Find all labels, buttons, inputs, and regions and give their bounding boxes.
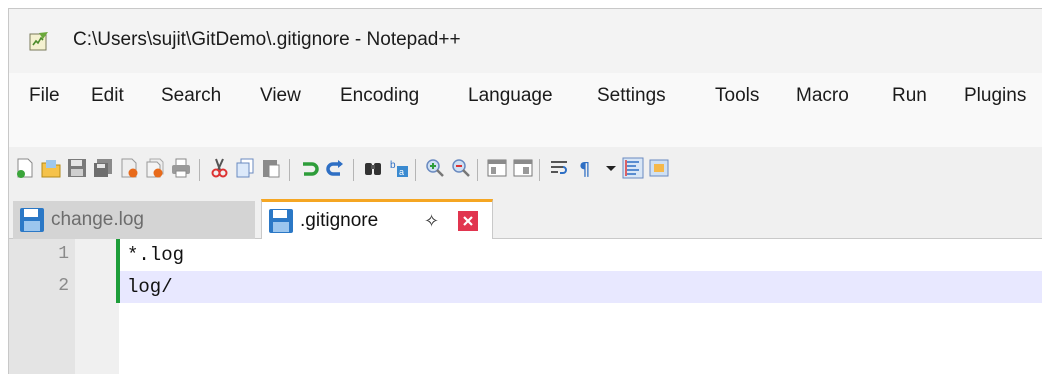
toolbar-separator (353, 159, 354, 181)
save-all-icon[interactable] (91, 155, 115, 181)
tab-bar: change.log .gitignore ✧ (9, 193, 1042, 239)
code-text: *.log (127, 244, 185, 266)
sync-vertical-icon[interactable] (485, 155, 509, 181)
new-file-icon[interactable] (13, 155, 37, 181)
doc-map-icon[interactable] (647, 155, 671, 181)
undo-icon[interactable] (297, 155, 321, 181)
cut-icon[interactable] (207, 155, 231, 181)
menu-edit[interactable]: Edit (91, 85, 124, 107)
toolbar-separator (199, 159, 200, 181)
menu-search[interactable]: Search (161, 85, 221, 107)
open-file-icon[interactable] (39, 155, 63, 181)
menu-file[interactable]: File (29, 85, 60, 107)
replace-icon[interactable]: ba (387, 155, 411, 181)
toolbar-separator (289, 159, 290, 181)
svg-text:¶: ¶ (579, 159, 590, 179)
editor-line-current[interactable]: 2 log/ (9, 271, 1042, 303)
saved-file-icon (269, 208, 293, 233)
print-icon[interactable] (169, 155, 193, 181)
menu-bar: File Edit Search View Encoding Language … (9, 73, 1042, 121)
line-number: 2 (58, 276, 69, 296)
save-icon[interactable] (65, 155, 89, 181)
sync-horizontal-icon[interactable] (511, 155, 535, 181)
tab-label: .gitignore (300, 209, 379, 231)
zoom-in-icon[interactable] (423, 155, 447, 181)
menu-macro[interactable]: Macro (796, 85, 849, 107)
close-tab-icon[interactable] (458, 211, 478, 231)
menu-language[interactable]: Language (468, 85, 553, 107)
toolbar-separator (539, 159, 540, 181)
toolbar-separator (415, 159, 416, 181)
svg-text:b: b (390, 160, 396, 171)
menu-view[interactable]: View (260, 85, 301, 107)
indent-guide-icon[interactable] (621, 155, 645, 181)
find-icon[interactable] (361, 155, 385, 181)
title-bar: C:\Users\sujit\GitDemo\.gitignore - Note… (9, 9, 1042, 73)
code-text: log/ (127, 276, 173, 298)
editor-area[interactable]: 1 *.log 2 log/ (9, 239, 1042, 374)
menu-encoding[interactable]: Encoding (340, 85, 419, 107)
toolbar-separator (477, 159, 478, 181)
notepad-window: C:\Users\sujit\GitDemo\.gitignore - Note… (8, 8, 1042, 374)
tab-label: change.log (51, 209, 144, 230)
close-all-icon[interactable] (143, 155, 167, 181)
svg-text:a: a (399, 167, 404, 177)
paste-icon[interactable] (259, 155, 283, 181)
show-all-characters-icon[interactable]: ¶ (573, 155, 597, 181)
copy-icon[interactable] (233, 155, 257, 181)
tab-gitignore[interactable]: .gitignore ✧ (261, 199, 493, 239)
dropdown-arrow-icon[interactable] (599, 155, 623, 181)
word-wrap-icon[interactable] (547, 155, 571, 181)
menu-tools[interactable]: Tools (715, 85, 759, 107)
notepad-plus-plus-icon (29, 32, 48, 51)
change-history-bar (116, 239, 120, 303)
menu-run[interactable]: Run (892, 85, 927, 107)
menu-spacer (9, 121, 1042, 147)
toolbar: ba ¶ (9, 147, 1042, 193)
window-title: C:\Users\sujit\GitDemo\.gitignore - Note… (73, 29, 461, 50)
saved-file-icon (20, 208, 44, 232)
menu-settings[interactable]: Settings (597, 85, 666, 107)
menu-plugins[interactable]: Plugins (964, 85, 1026, 107)
close-icon[interactable] (117, 155, 141, 181)
line-number: 1 (58, 244, 69, 264)
redo-icon[interactable] (323, 155, 347, 181)
pin-icon[interactable]: ✧ (424, 211, 439, 232)
editor-line[interactable]: 1 *.log (9, 239, 1042, 271)
zoom-out-icon[interactable] (449, 155, 473, 181)
tab-change-log[interactable]: change.log (13, 201, 255, 239)
